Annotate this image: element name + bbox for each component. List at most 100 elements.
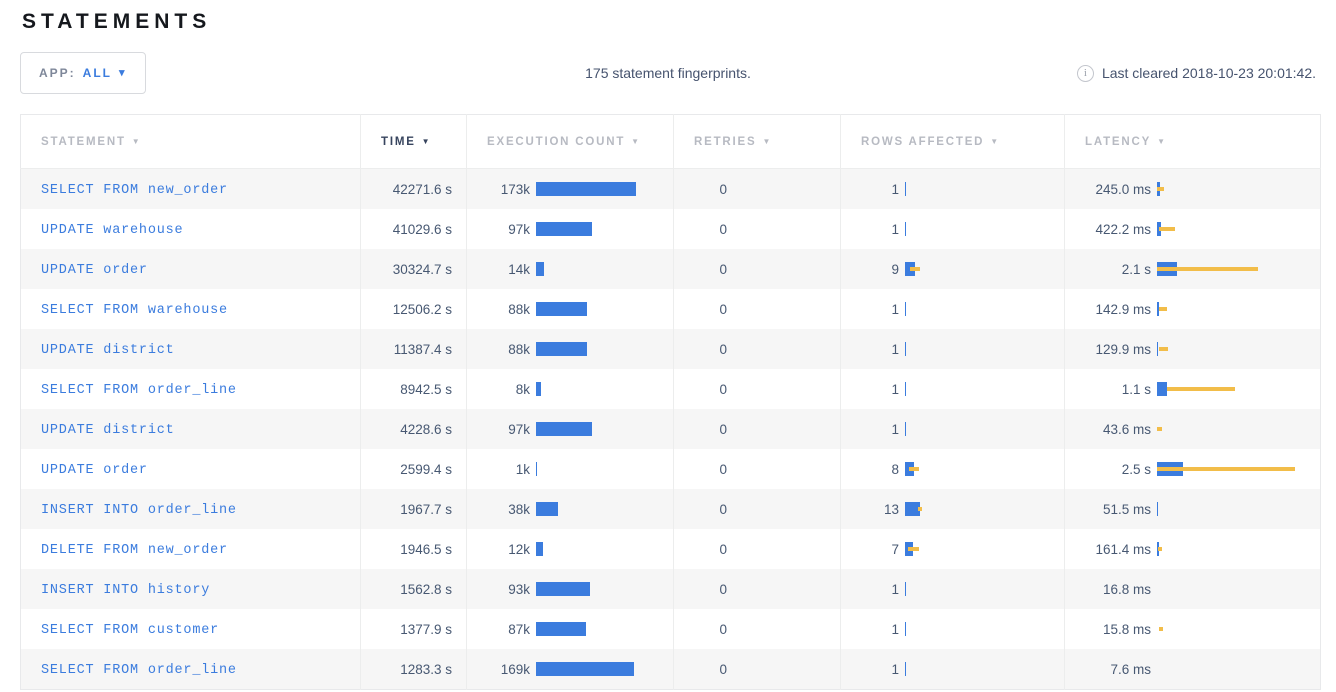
execution-count-value: 97k: [475, 422, 530, 437]
latency-value: 245.0 ms: [1073, 182, 1151, 197]
statement-cell: SELECT FROM order_line: [21, 369, 361, 409]
latency-bar: [1157, 342, 1320, 356]
latency-cell: 129.9 ms: [1065, 329, 1321, 369]
latency-bar: [1157, 542, 1320, 556]
statement-link[interactable]: UPDATE district: [41, 343, 175, 358]
retries-value: 0: [682, 342, 727, 357]
app-filter-dropdown[interactable]: APP: ALL ▾: [20, 52, 146, 94]
table-row: DELETE FROM new_order1946.5 s12k07161.4 …: [21, 529, 1321, 569]
latency-cell: 7.6 ms: [1065, 649, 1321, 690]
statement-link[interactable]: INSERT INTO history: [41, 583, 210, 598]
execution-count-cell: 1k: [467, 449, 674, 489]
stddev-bar: [918, 507, 922, 511]
rows-affected-value: 1: [849, 382, 899, 397]
column-header-latency[interactable]: LATENCY▼: [1065, 115, 1321, 169]
latency-bar: [1157, 622, 1320, 636]
retries-cell: 0: [674, 249, 841, 289]
statement-cell: UPDATE district: [21, 409, 361, 449]
sort-icon: ▼: [631, 137, 641, 146]
statement-count-summary: 175 statement fingerprints.: [585, 65, 751, 81]
stddev-bar: [1159, 227, 1175, 231]
stddev-bar: [1157, 187, 1164, 191]
info-icon[interactable]: i: [1077, 65, 1094, 82]
statement-link[interactable]: SELECT FROM order_line: [41, 663, 237, 678]
statement-link[interactable]: SELECT FROM order_line: [41, 383, 237, 398]
latency-cell: 15.8 ms: [1065, 609, 1321, 649]
time-cell: 1283.3 s: [361, 649, 467, 690]
rows-affected-value: 1: [849, 302, 899, 317]
rows-affected-value: 1: [849, 622, 899, 637]
table-row: UPDATE district4228.6 s97k0143.6 ms: [21, 409, 1321, 449]
rows-affected-value: 7: [849, 542, 899, 557]
execution-count-cell: 8k: [467, 369, 674, 409]
statement-link[interactable]: DELETE FROM new_order: [41, 543, 228, 558]
mean-bar: [536, 382, 541, 396]
table-row: INSERT INTO order_line1967.7 s38k01351.5…: [21, 489, 1321, 529]
rows-affected-bar: [905, 262, 1064, 276]
statement-cell: UPDATE order: [21, 249, 361, 289]
execution-count-value: 88k: [475, 302, 530, 317]
column-header-statement[interactable]: STATEMENT▼: [21, 115, 361, 169]
rows-affected-cell: 1: [841, 329, 1065, 369]
stddev-bar: [1158, 547, 1162, 551]
retries-value: 0: [682, 542, 727, 557]
column-header-time[interactable]: TIME▼: [361, 115, 467, 169]
mean-bar: [536, 622, 586, 636]
statement-link[interactable]: UPDATE district: [41, 423, 175, 438]
column-header-execution-count[interactable]: EXECUTION COUNT▼: [467, 115, 674, 169]
retries-value: 0: [682, 622, 727, 637]
rows-affected-bar: [905, 542, 1064, 556]
latency-cell: 245.0 ms: [1065, 169, 1321, 210]
mean-bar: [905, 622, 906, 636]
statement-cell: DELETE FROM new_order: [21, 529, 361, 569]
latency-value: 422.2 ms: [1073, 222, 1151, 237]
retries-cell: 0: [674, 289, 841, 329]
execution-count-bar: [536, 382, 673, 396]
retries-cell: 0: [674, 209, 841, 249]
column-header-rows-affected[interactable]: ROWS AFFECTED▼: [841, 115, 1065, 169]
statement-link[interactable]: SELECT FROM customer: [41, 623, 219, 638]
table-row: UPDATE order2599.4 s1k082.5 s: [21, 449, 1321, 489]
statement-link[interactable]: INSERT INTO order_line: [41, 503, 237, 518]
statement-link[interactable]: SELECT FROM new_order: [41, 183, 228, 198]
rows-affected-bar: [905, 582, 1064, 596]
rows-affected-value: 8: [849, 462, 899, 477]
execution-count-cell: 97k: [467, 409, 674, 449]
table-row: SELECT FROM order_line8942.5 s8k011.1 s: [21, 369, 1321, 409]
column-header-label: ROWS AFFECTED: [861, 136, 984, 148]
execution-count-bar: [536, 582, 673, 596]
statement-link[interactable]: UPDATE order: [41, 463, 148, 478]
rows-affected-bar: [905, 342, 1064, 356]
statement-link[interactable]: UPDATE warehouse: [41, 223, 183, 238]
table-row: INSERT INTO history1562.8 s93k0116.8 ms: [21, 569, 1321, 609]
table-row: UPDATE warehouse41029.6 s97k01422.2 ms: [21, 209, 1321, 249]
latency-value: 16.8 ms: [1073, 582, 1151, 597]
table-row: SELECT FROM order_line1283.3 s169k017.6 …: [21, 649, 1321, 690]
statement-link[interactable]: UPDATE order: [41, 263, 148, 278]
table-row: UPDATE district11387.4 s88k01129.9 ms: [21, 329, 1321, 369]
mean-bar: [536, 222, 592, 236]
statement-link[interactable]: SELECT FROM warehouse: [41, 303, 228, 318]
rows-affected-bar: [905, 302, 1064, 316]
latency-value: 161.4 ms: [1073, 542, 1151, 557]
time-cell: 41029.6 s: [361, 209, 467, 249]
retries-cell: 0: [674, 409, 841, 449]
mean-bar: [536, 262, 544, 276]
app-filter-label: APP:: [39, 66, 76, 80]
stddev-bar: [908, 547, 919, 551]
retries-value: 0: [682, 582, 727, 597]
column-header-label: STATEMENT: [41, 136, 126, 148]
retries-cell: 0: [674, 529, 841, 569]
execution-count-value: 88k: [475, 342, 530, 357]
column-header-retries[interactable]: RETRIES▼: [674, 115, 841, 169]
latency-cell: 51.5 ms: [1065, 489, 1321, 529]
latency-cell: 16.8 ms: [1065, 569, 1321, 609]
execution-count-value: 14k: [475, 262, 530, 277]
retries-cell: 0: [674, 169, 841, 210]
rows-affected-value: 1: [849, 342, 899, 357]
mean-bar: [905, 422, 906, 436]
latency-value: 2.5 s: [1073, 462, 1151, 477]
latency-value: 142.9 ms: [1073, 302, 1151, 317]
stddev-bar: [1159, 307, 1167, 311]
chevron-down-icon: ▾: [119, 68, 127, 79]
